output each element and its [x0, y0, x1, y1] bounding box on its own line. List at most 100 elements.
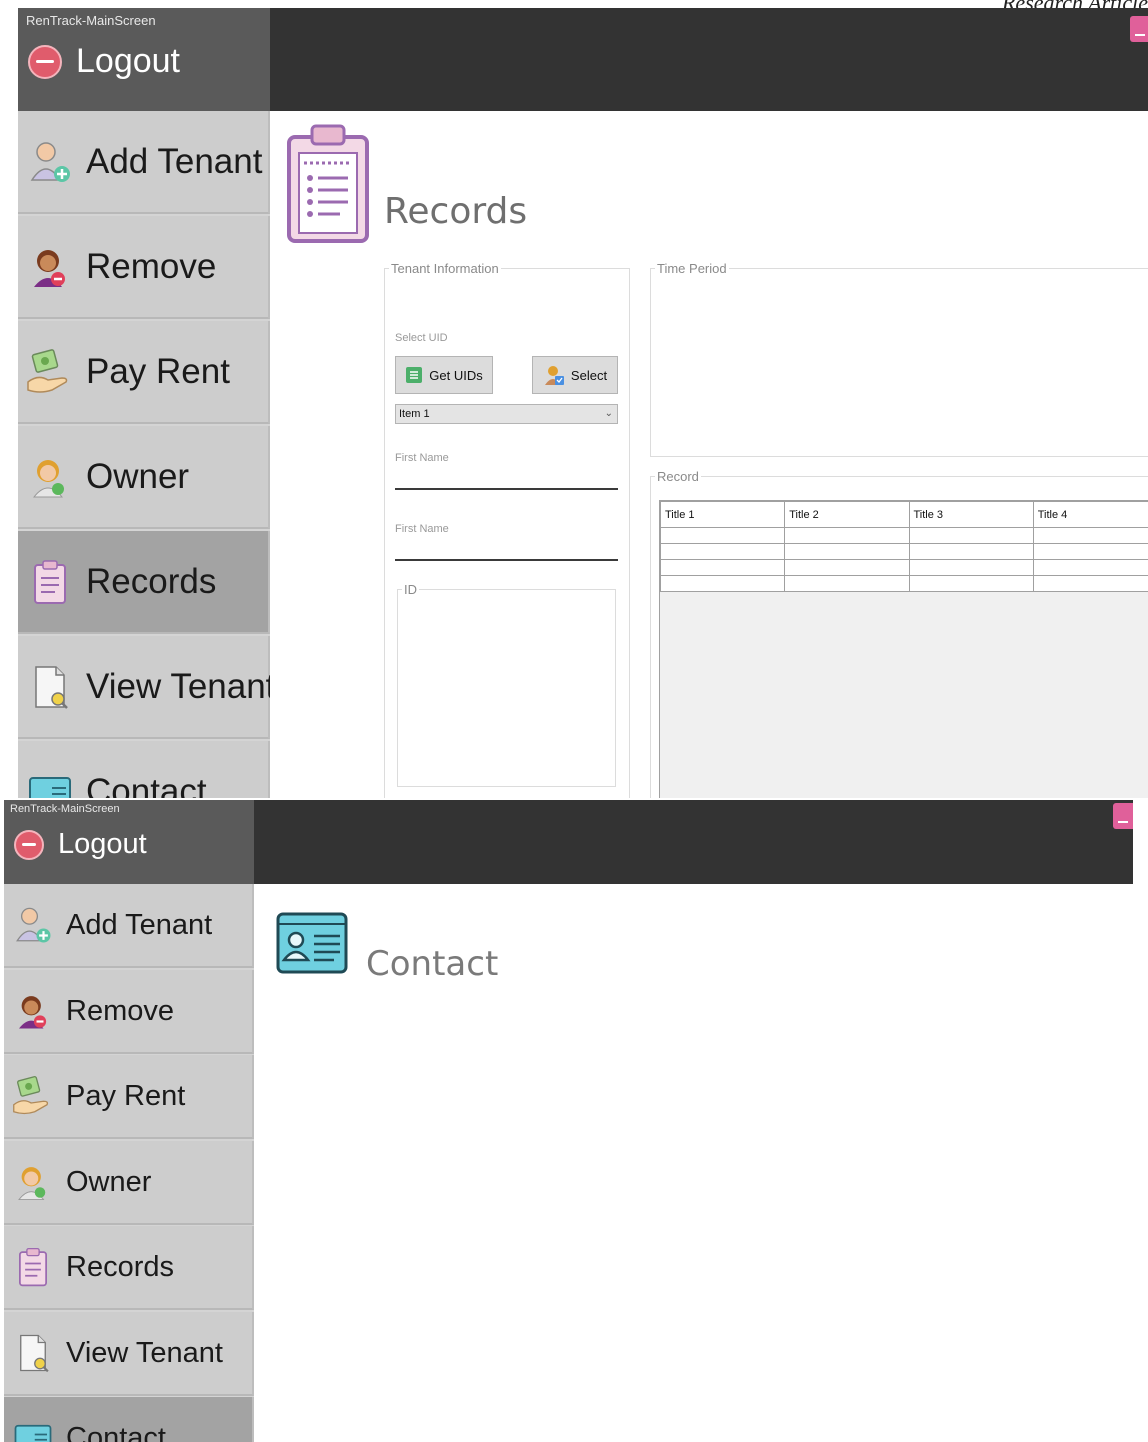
table-cell[interactable]	[784, 543, 910, 560]
chevron-down-icon: ⌄	[604, 408, 613, 419]
minimize-button[interactable]	[1130, 16, 1148, 42]
sidebar-item-owner[interactable]: Owner	[4, 1141, 254, 1225]
sidebar-item-contact[interactable]: Contact	[4, 1397, 254, 1442]
select-user-icon	[544, 366, 564, 385]
sidebar-item-label: Records	[86, 561, 217, 601]
sidebar-item-label: Add Tenant	[66, 908, 213, 941]
table-cell[interactable]	[908, 559, 1034, 576]
tenant-information-legend: Tenant Information	[391, 261, 499, 276]
first-name-label: First Name	[395, 523, 449, 535]
owner-icon	[32, 459, 64, 497]
view-document-icon	[35, 665, 68, 709]
table-cell[interactable]	[1032, 527, 1148, 544]
logout-button[interactable]: Logout	[14, 828, 147, 861]
sidebar-item-label: Add Tenant	[86, 141, 263, 181]
column-header[interactable]: Title 1	[660, 501, 786, 528]
first-name-input[interactable]	[395, 559, 618, 561]
column-header[interactable]: Title 4	[1032, 501, 1148, 528]
logout-icon	[28, 44, 62, 79]
logout-icon	[14, 829, 44, 860]
sidebar-item-contact[interactable]: Contact	[18, 741, 270, 798]
logout-area: RenTrack-MainScreen Logout	[4, 800, 254, 884]
table-row[interactable]	[660, 543, 1148, 560]
sidebar-item-label: Contact	[66, 1421, 166, 1442]
uid-combobox-value: Item 1	[399, 408, 430, 420]
table-cell[interactable]	[660, 527, 786, 544]
table-row[interactable]	[660, 527, 1148, 544]
uid-combobox[interactable]: Item 1 ⌄	[395, 404, 618, 424]
table-row[interactable]	[660, 575, 1148, 592]
contact-card-icon	[14, 1424, 52, 1442]
logout-label: Logout	[76, 42, 180, 80]
column-header[interactable]: Title 2	[784, 501, 910, 528]
first-name-label: First Name	[395, 452, 449, 464]
contact-screen: RenTrack-MainScreen Logout Add Tenant Re…	[4, 800, 1133, 1442]
remove-user-icon	[19, 996, 47, 1029]
sidebar-item-view-tenant[interactable]: View Tenant	[4, 1312, 254, 1396]
sidebar: RenTrack-MainScreen Logout Add Tenant Re…	[18, 8, 275, 798]
sidebar-item-pay-rent[interactable]: Pay Rent	[4, 1055, 254, 1139]
add-user-icon	[30, 141, 70, 182]
record-grid[interactable]: Title 1 Title 2 Title 3 Title 4	[659, 500, 1148, 798]
id-legend: ID	[404, 582, 417, 597]
logout-area: RenTrack-MainScreen Logout	[18, 8, 270, 111]
get-uids-button[interactable]: Get UIDs	[395, 356, 493, 394]
table-cell[interactable]	[660, 559, 786, 576]
clipboard-icon	[34, 559, 66, 604]
table-cell[interactable]	[908, 543, 1034, 560]
time-period-group: Time Period	[650, 261, 1148, 457]
record-table: Title 1 Title 2 Title 3 Title 4	[660, 501, 1148, 592]
table-cell[interactable]	[908, 575, 1034, 592]
records-screen: RenTrack-MainScreen Logout Add Tenant Re…	[18, 8, 1148, 798]
table-row[interactable]	[660, 559, 1148, 576]
table-header-row: Title 1 Title 2 Title 3 Title 4	[660, 501, 1148, 528]
sidebar-item-pay-rent[interactable]: Pay Rent	[18, 321, 270, 424]
sidebar-item-remove[interactable]: Remove	[4, 970, 254, 1054]
first-name-input[interactable]	[395, 488, 618, 490]
list-icon	[406, 367, 423, 383]
records-content: Records Tenant Information Select UID Ge…	[270, 111, 1148, 798]
sidebar-item-label: Owner	[66, 1165, 152, 1198]
sidebar: RenTrack-MainScreen Logout Add Tenant Re…	[4, 800, 254, 1442]
sidebar-item-label: View Tenant	[86, 666, 276, 706]
table-cell[interactable]	[660, 543, 786, 560]
minimize-button[interactable]	[1113, 803, 1133, 829]
column-header[interactable]: Title 3	[908, 501, 1034, 528]
app-title: RenTrack-MainScreen	[10, 803, 120, 815]
time-period-legend: Time Period	[657, 261, 727, 276]
id-group: ID	[397, 582, 616, 787]
select-button[interactable]: Select	[532, 356, 618, 394]
table-cell[interactable]	[1032, 575, 1148, 592]
sidebar-item-records[interactable]: Records	[18, 531, 270, 634]
sidebar-item-owner[interactable]: Owner	[18, 426, 270, 529]
contact-card-icon	[276, 912, 348, 974]
sidebar-item-add-tenant[interactable]: Add Tenant	[4, 884, 254, 968]
sidebar-item-add-tenant[interactable]: Add Tenant	[18, 111, 270, 214]
sidebar-item-records[interactable]: Records	[4, 1226, 254, 1310]
top-bar	[254, 800, 1133, 884]
select-label: Select	[570, 367, 608, 383]
table-cell[interactable]	[1032, 559, 1148, 576]
sidebar-item-label: Remove	[86, 246, 217, 286]
table-cell[interactable]	[908, 527, 1034, 544]
clipboard-icon	[19, 1247, 47, 1287]
sidebar-item-label: Records	[66, 1250, 174, 1283]
sidebar-item-remove[interactable]: Remove	[18, 216, 270, 319]
table-cell[interactable]	[784, 527, 910, 544]
logout-button[interactable]: Logout	[28, 42, 180, 81]
get-uids-label: Get UIDs	[429, 367, 483, 383]
view-document-icon	[20, 1334, 49, 1373]
pay-money-icon	[27, 348, 68, 393]
table-cell[interactable]	[784, 559, 910, 576]
sidebar-item-label: Contact	[86, 771, 207, 799]
top-bar	[270, 8, 1148, 111]
table-cell[interactable]	[660, 575, 786, 592]
sidebar-item-label: Pay Rent	[66, 1079, 186, 1112]
app-title: RenTrack-MainScreen	[26, 13, 156, 28]
page-title: Contact	[366, 944, 499, 984]
tenant-information-group: Tenant Information Select UID Get UIDs S…	[384, 261, 630, 798]
sidebar-item-label: Remove	[66, 994, 174, 1027]
table-cell[interactable]	[784, 575, 910, 592]
sidebar-item-view-tenant[interactable]: View Tenant	[18, 636, 275, 739]
table-cell[interactable]	[1032, 543, 1148, 560]
